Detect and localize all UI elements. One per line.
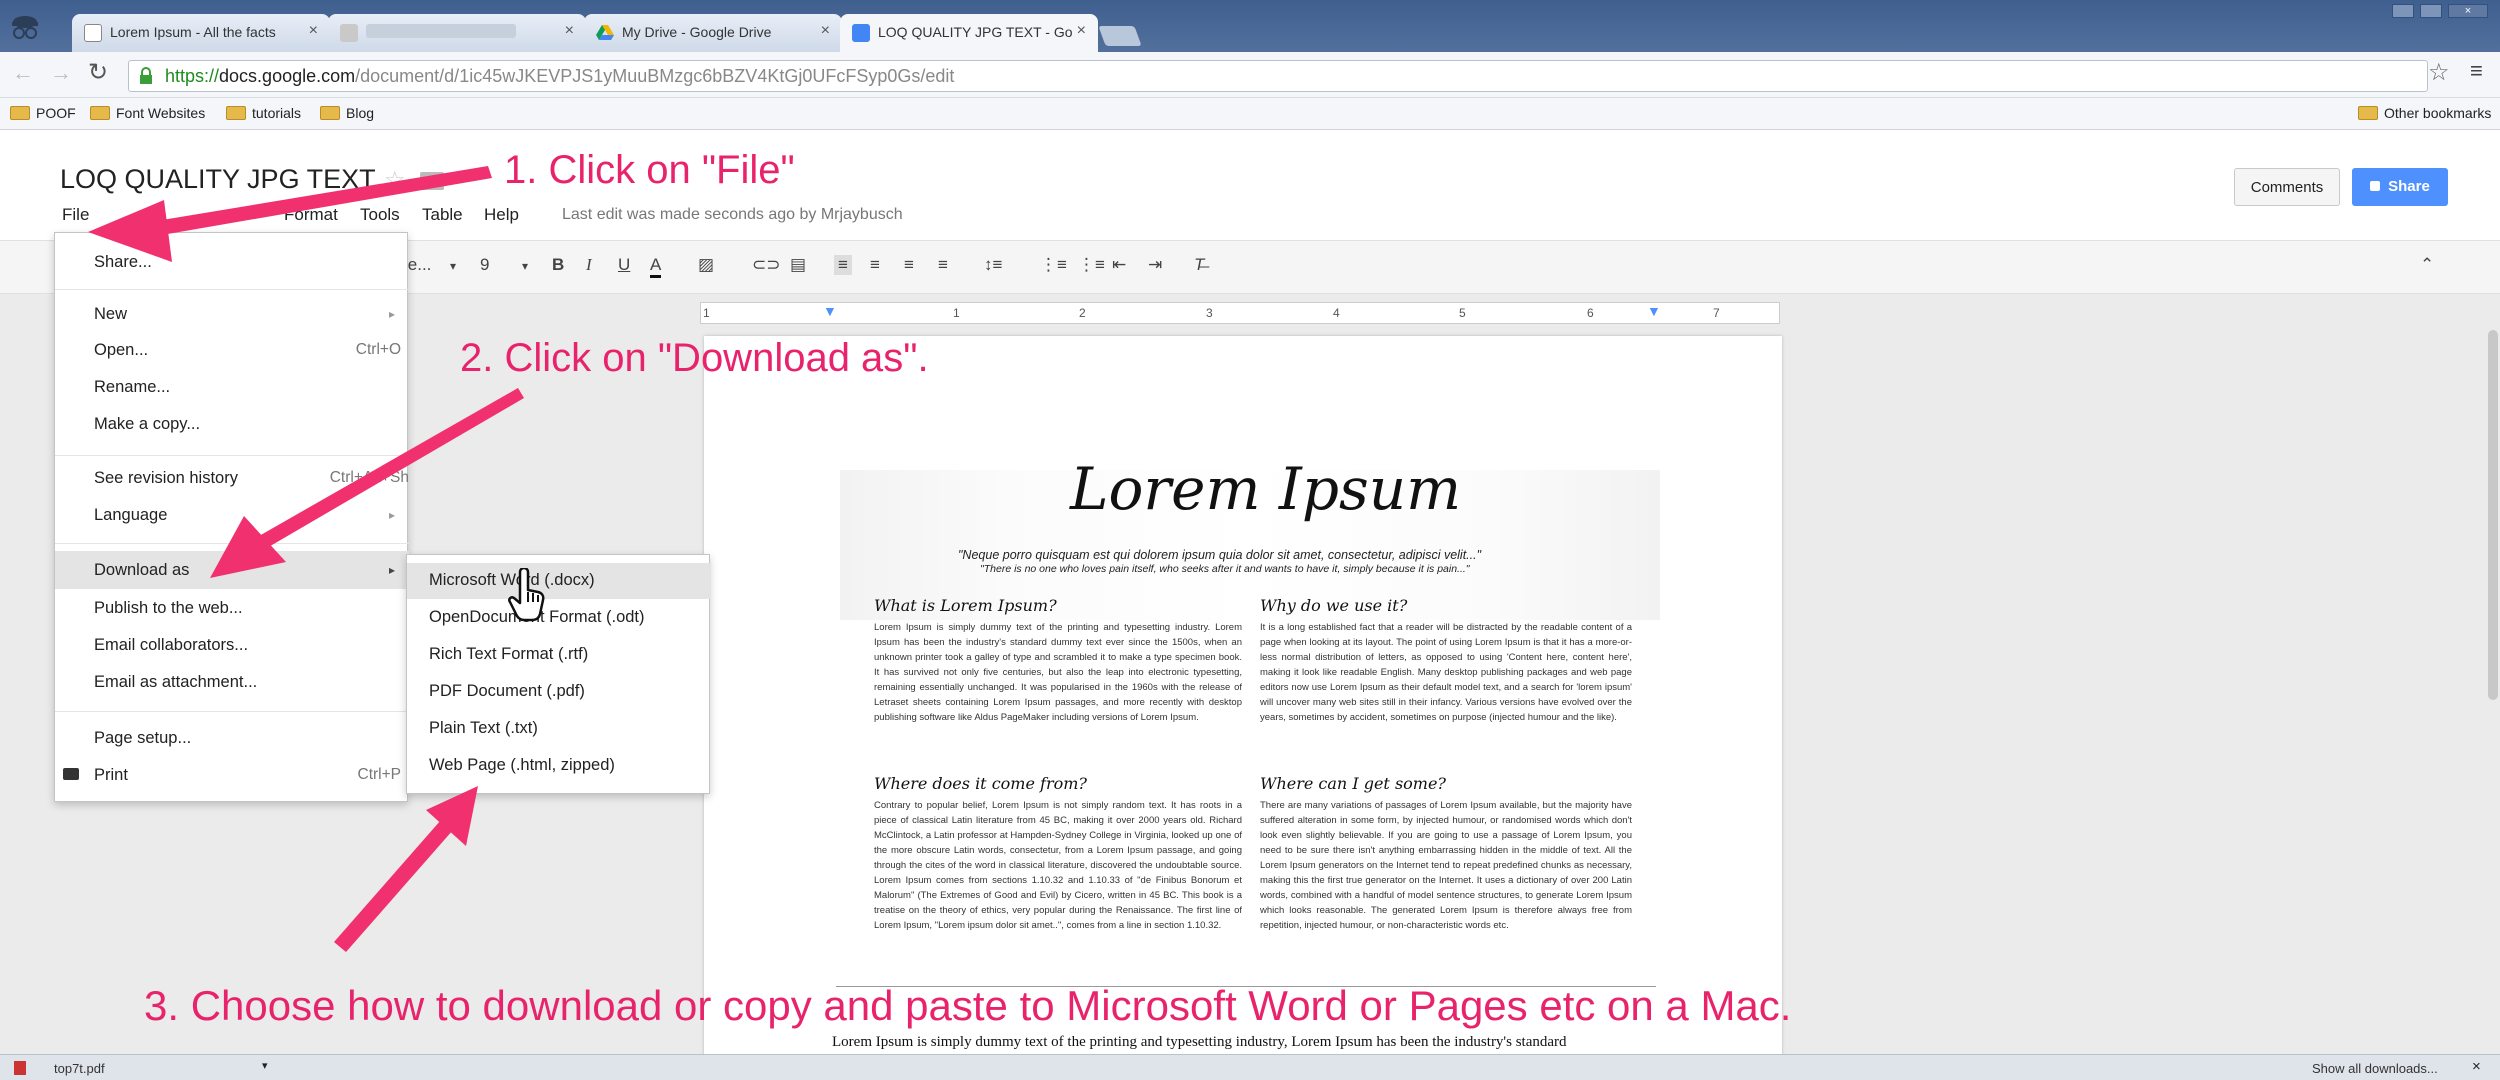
download-item[interactable]: top7t.pdf bbox=[54, 1061, 105, 1076]
annotation-step-1: 1. Click on "File" bbox=[504, 148, 795, 192]
annotation-arrows bbox=[88, 166, 524, 952]
screen: { "browser": { "tabs": [ {"title": "Lore… bbox=[0, 0, 2500, 1080]
annotation-step-2: 2. Click on "Download as". bbox=[460, 336, 929, 380]
annotation-step-3: 3. Choose how to download or copy and pa… bbox=[144, 982, 1792, 1029]
show-all-downloads-link[interactable]: Show all downloads... bbox=[2312, 1061, 2438, 1076]
arrow-to-download-as-icon bbox=[210, 388, 524, 578]
arrow-to-download-options-icon bbox=[334, 786, 478, 952]
download-bar: top7t.pdf ▾ Show all downloads... × bbox=[0, 1054, 2500, 1080]
pdf-file-icon bbox=[14, 1061, 26, 1075]
arrow-to-file-icon bbox=[88, 166, 492, 262]
download-menu-caret-icon[interactable]: ▾ bbox=[262, 1059, 268, 1072]
close-download-bar-icon[interactable]: × bbox=[2472, 1058, 2481, 1075]
